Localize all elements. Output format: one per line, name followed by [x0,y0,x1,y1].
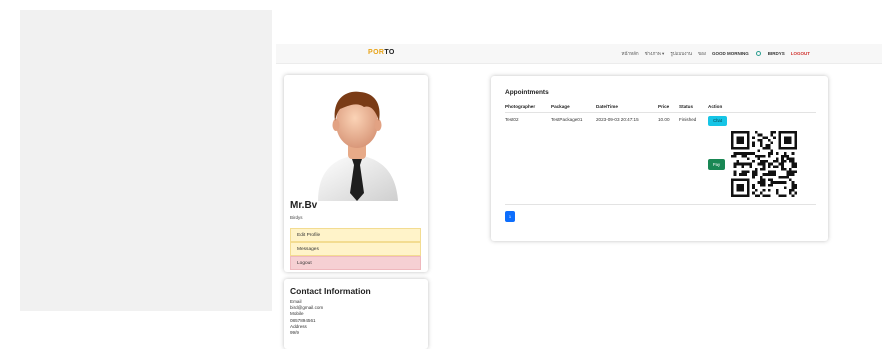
messages-button[interactable]: Messages [290,242,421,256]
cell-status: Finished [679,117,697,122]
col-price: Price [658,104,670,109]
col-package: Package [551,104,570,109]
nav-item-other[interactable]: ของ [698,50,706,57]
nav-item-home[interactable]: หน้าหลัก [622,50,639,57]
greeting-text: GOOD MORNING [711,51,749,56]
pay-button[interactable]: Pay [708,159,725,170]
blank-placeholder-panel [20,10,272,311]
nav-item-photographers[interactable]: ช่างภาพ ▾ [645,50,665,57]
site-logo[interactable]: PORTO [368,49,395,56]
user-icon [755,51,761,56]
contact-info-card: Contact Information Email bird@gmail.com… [284,279,428,349]
col-action: Action [708,104,723,109]
table-bottom-divider [505,204,816,205]
nav-menu: หน้าหลัก ช่างภาพ ▾ รูปแบบงาน ของ GOOD MO… [622,50,810,57]
col-datetime: Date/Time [596,104,618,109]
profile-username: Birdys [290,215,303,220]
address-value: 99/9 [290,330,299,336]
logout-button[interactable]: Logout [290,256,421,270]
chat-button[interactable]: Chat [708,116,727,126]
profile-name: Mr.Bv [290,200,318,211]
cell-package: TestPackage01 [551,117,583,122]
pagination-page-1[interactable]: 1 [505,211,515,222]
contact-title: Contact Information [290,286,371,296]
top-navbar: PORTO หน้าหลัก ช่างภาพ ▾ รูปแบบงาน ของ G… [276,44,882,64]
header-divider [505,112,816,113]
payment-qr-code [731,131,797,197]
cell-datetime: 2023-09-03 20:47:15 [596,117,639,122]
nav-item-job-types[interactable]: รูปแบบงาน [670,50,692,57]
logout-link[interactable]: LOGOUT [791,51,810,56]
avatar [318,91,398,201]
cell-price: 10.00 [658,117,670,122]
cell-photographer: Test02 [505,117,519,122]
col-photographer: Photographer [505,104,536,109]
col-status: Status [679,104,694,109]
appointments-card: Appointments Photographer Package Date/T… [491,76,828,241]
profile-card: Mr.Bv Birdys Edit Profile Messages Logou… [284,75,428,272]
edit-profile-button[interactable]: Edit Profile [290,228,421,242]
appointments-title: Appointments [505,89,549,96]
profile-menu: Edit Profile Messages Logout [290,228,421,270]
user-label[interactable]: BIRDYS [768,51,785,56]
